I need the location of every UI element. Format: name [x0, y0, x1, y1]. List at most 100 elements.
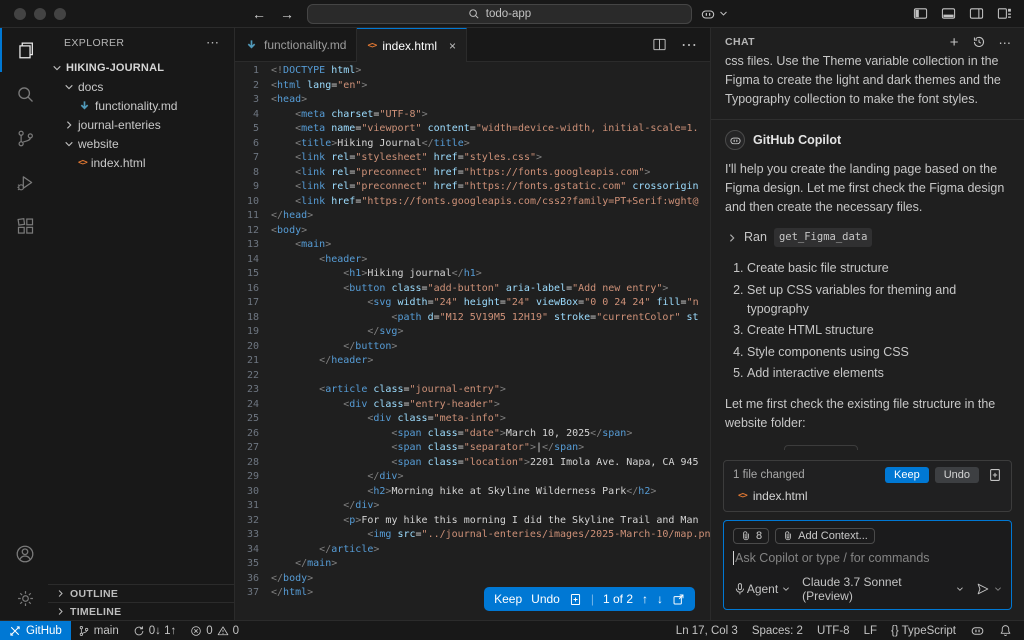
chevron-down-icon: [64, 139, 74, 149]
outline-section[interactable]: OUTLINE: [48, 584, 234, 602]
check-structure-text: Let me first check the existing file str…: [725, 397, 996, 430]
chat-more-actions-button[interactable]: ⋯: [999, 35, 1013, 50]
diff-file-icon[interactable]: [569, 593, 582, 606]
extensions-activity-button[interactable]: [0, 204, 48, 248]
open-changes-icon[interactable]: [672, 593, 685, 606]
status-bar: GitHub main 0↓ 1↑ 0 0 Ln 17, Col 3 Space…: [0, 620, 1024, 640]
send-button[interactable]: [976, 582, 1002, 596]
chevron-down-icon: [719, 9, 728, 18]
line-number: 11: [246, 210, 259, 221]
tree-item-website[interactable]: website: [48, 134, 234, 153]
settings-button[interactable]: [0, 576, 48, 620]
toggle-panel-button[interactable]: [941, 6, 956, 21]
close-window-button[interactable]: [14, 7, 26, 20]
encoding-indicator[interactable]: UTF-8: [817, 625, 850, 637]
source-control-activity-button[interactable]: [0, 116, 48, 160]
sync-indicator[interactable]: 0↓ 1↑: [126, 621, 184, 640]
problems-indicator[interactable]: 0 0: [183, 621, 246, 640]
changed-file-row[interactable]: <> index.html: [724, 485, 1011, 511]
next-change-button[interactable]: ↓: [657, 592, 663, 606]
accounts-button[interactable]: [0, 532, 48, 576]
minimize-window-button[interactable]: [34, 7, 46, 20]
close-tab-button[interactable]: ×: [449, 39, 456, 53]
warnings-count: 0: [232, 624, 240, 637]
diff-undo-button[interactable]: Undo: [531, 592, 560, 606]
code-editor[interactable]: 1 <!DOCTYPE html> 2 <html lang="en"> 3 <head>…: [235, 62, 710, 620]
files-icon: [19, 42, 33, 59]
code-line-2: 2 <html lang="en">: [235, 79, 710, 94]
cursor-position[interactable]: Ln 17, Col 3: [676, 625, 738, 637]
timeline-section[interactable]: TIMELINE: [48, 602, 234, 620]
code-line-12: 12 <body>: [235, 224, 710, 239]
code-line-17: 17 <svg width="24" height="24" viewBox="…: [235, 296, 710, 311]
tree-item-functionality.md[interactable]: functionality.md: [48, 96, 234, 115]
line-number: 12: [246, 224, 259, 236]
tool-name-chip: get_Figma_data: [773, 228, 873, 247]
diff-keep-button[interactable]: Keep: [494, 592, 522, 606]
command-center-search[interactable]: todo-app: [307, 4, 692, 24]
history-forward-button[interactable]: →: [280, 6, 294, 22]
line-number: 29: [246, 471, 259, 482]
explorer-title: EXPLORER: [64, 37, 125, 49]
attachments-chip[interactable]: 8: [733, 528, 770, 544]
maximize-window-button[interactable]: [54, 7, 66, 20]
history-back-button[interactable]: ←: [252, 6, 266, 22]
code-line-16: 16 <button class="add-button" aria-label…: [235, 282, 710, 297]
tool-run-row[interactable]: Ran get_Figma_data: [725, 228, 1010, 247]
line-number: 33: [246, 529, 259, 540]
microphone-button[interactable]: [733, 582, 747, 596]
tree-item-docs[interactable]: docs: [48, 77, 234, 96]
indentation-indicator[interactable]: Spaces: 2: [752, 625, 803, 637]
toggle-primary-sidebar-button[interactable]: [913, 6, 928, 21]
copilot-status-icon[interactable]: [970, 623, 985, 638]
keep-button[interactable]: Keep: [885, 467, 929, 483]
chat-history-button[interactable]: [972, 35, 986, 49]
vscode-window: ← → todo-app EXPLORER ⋯ HIKING-JOURNAL d…: [0, 0, 1024, 640]
toggle-secondary-sidebar-button[interactable]: [969, 6, 984, 21]
copilot-menu-button[interactable]: [700, 6, 728, 22]
tree-item-HIKING-JOURNAL[interactable]: HIKING-JOURNAL: [48, 58, 234, 77]
code-line-33: 33 <img src="../journal-enteries/images/…: [235, 528, 710, 543]
search-activity-button[interactable]: [0, 72, 48, 116]
view-changes-icon[interactable]: [988, 468, 1002, 482]
mode-picker[interactable]: Agent: [747, 582, 790, 596]
chat-text-input[interactable]: Ask Copilot or type / for commands: [733, 551, 1002, 565]
user-message: css files. Use the Theme variable collec…: [725, 56, 1001, 106]
tree-item-index.html[interactable]: <> index.html: [48, 153, 234, 172]
braces-icon: {}: [890, 624, 899, 637]
editor-tab-functionality.md[interactable]: functionality.md: [235, 28, 358, 61]
title-bar: ← → todo-app: [0, 0, 1024, 28]
markdown-file-icon: [245, 38, 258, 51]
editor-more-actions-button[interactable]: ⋯: [681, 35, 698, 55]
branch-indicator[interactable]: main: [71, 621, 126, 640]
model-picker[interactable]: Claude 3.7 Sonnet (Preview): [802, 575, 964, 603]
code-line-13: 13 <main>: [235, 238, 710, 253]
outline-label: OUTLINE: [70, 587, 119, 600]
line-number: 1: [252, 65, 259, 76]
line-number: 18: [246, 311, 259, 323]
add-context-button[interactable]: Add Context...: [775, 528, 875, 544]
chat-input-box[interactable]: 8 Add Context... Ask Copilot or type / f…: [723, 520, 1012, 610]
line-number: 19: [246, 326, 259, 337]
line-number: 5: [252, 123, 259, 134]
editor-tab-index.html[interactable]: <> index.html ×: [357, 28, 468, 62]
line-number: 22: [246, 369, 259, 381]
notifications-bell-button[interactable]: [999, 624, 1012, 637]
language-mode[interactable]: {} TypeScript: [891, 625, 956, 637]
chat-panel: CHAT + ⋯ css files. Use the Theme variab…: [710, 28, 1024, 620]
explorer-more-actions-button[interactable]: ⋯: [206, 35, 220, 51]
explorer-activity-button[interactable]: [0, 28, 48, 72]
tree-item-journal-enteries[interactable]: journal-enteries: [48, 115, 234, 134]
gear-icon: [17, 590, 33, 606]
remote-indicator[interactable]: GitHub: [0, 621, 71, 640]
previous-change-button[interactable]: ↑: [642, 592, 648, 606]
undo-button[interactable]: Undo: [934, 467, 979, 483]
customize-layout-button[interactable]: [997, 6, 1012, 21]
line-number: 8: [252, 166, 259, 178]
line-number: 28: [246, 456, 259, 468]
chevron-down-icon: [782, 585, 790, 593]
eol-indicator[interactable]: LF: [864, 625, 877, 637]
run-debug-activity-button[interactable]: [0, 160, 48, 204]
split-editor-button[interactable]: [652, 37, 667, 52]
new-chat-button[interactable]: +: [950, 34, 959, 51]
